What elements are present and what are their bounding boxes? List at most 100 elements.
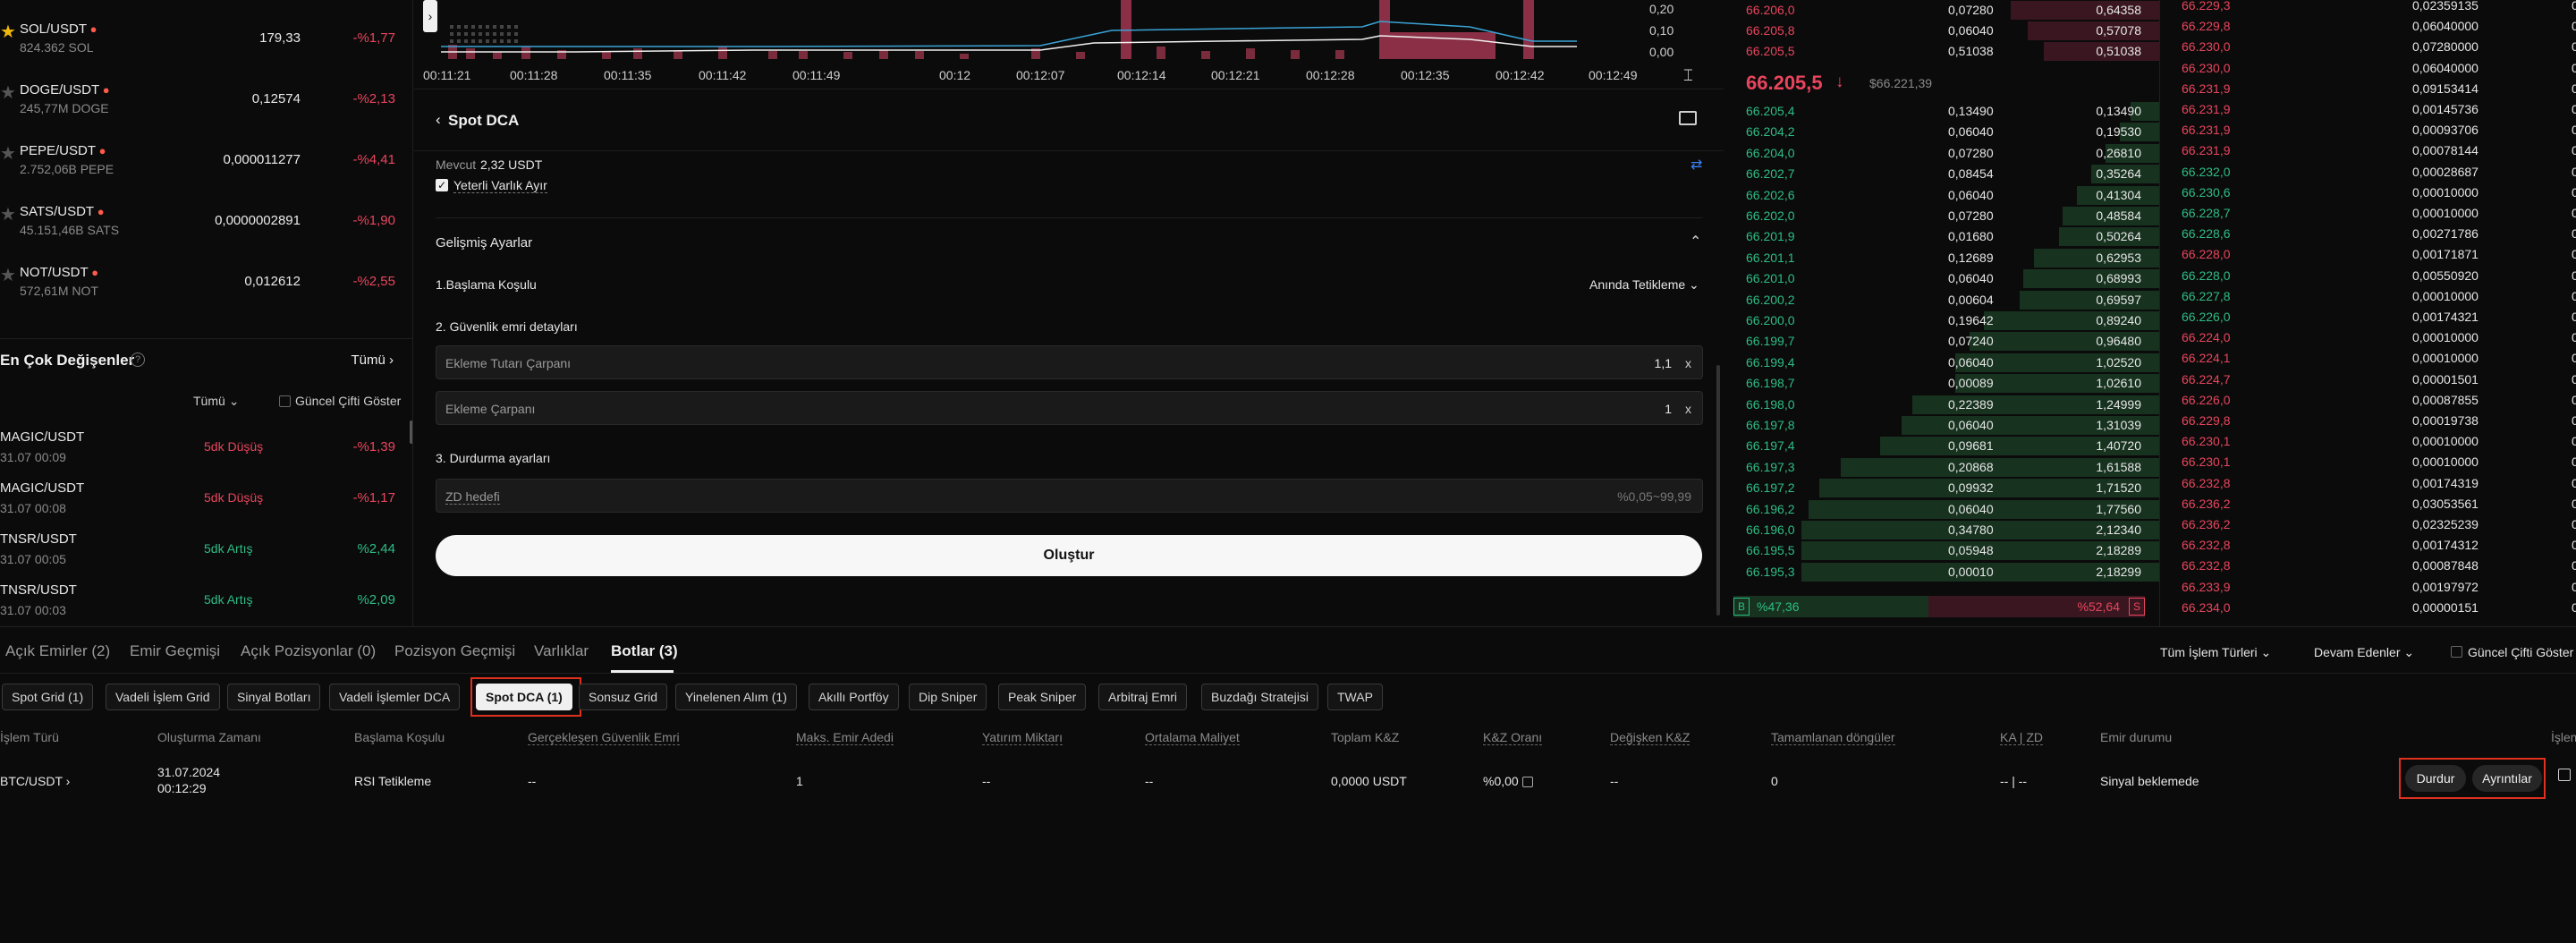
- transfer-icon[interactable]: ⇄: [1690, 156, 1702, 174]
- guide-book-icon[interactable]: [1679, 111, 1697, 125]
- bot-chip[interactable]: Vadeli İşlem Grid: [106, 684, 220, 710]
- bid-row[interactable]: 66.195,3 0,00010 2,18299: [1732, 562, 2159, 582]
- trade-qty: 0,00145736: [2412, 102, 2479, 116]
- top-movers-filter-dropdown[interactable]: Tümü ⌄: [193, 394, 239, 409]
- market-row[interactable]: ★ PEPE/USDT ● 2.752,06B PEPE 0,000011277 -%4…: [0, 122, 412, 183]
- bot-chip[interactable]: TWAP: [1327, 684, 1383, 710]
- copy-icon[interactable]: [2558, 769, 2571, 781]
- current-pair-checkbox[interactable]: [2451, 646, 2462, 658]
- bot-chip[interactable]: Yinelenen Alım (1): [675, 684, 797, 710]
- bid-price: 66.197,8: [1746, 418, 1795, 432]
- advanced-settings-label[interactable]: Gelişmiş Ayarlar: [436, 235, 532, 251]
- bot-chip[interactable]: Sonsuz Grid: [579, 684, 668, 710]
- tab-4[interactable]: Varlıklar: [534, 642, 589, 660]
- bid-row[interactable]: 66.199,4 0,06040 1,02520: [1732, 353, 2159, 373]
- bot-chip[interactable]: Sinyal Botları: [227, 684, 321, 710]
- volume-bar: [1201, 51, 1210, 59]
- trade-qty: 0,02325239: [2412, 517, 2479, 531]
- bid-row[interactable]: 66.202,6 0,06040 0,41304: [1732, 185, 2159, 206]
- movers-scrollbar[interactable]: [410, 421, 412, 444]
- bid-row[interactable]: 66.200,0 0,19642 0,89240: [1732, 310, 2159, 331]
- info-icon[interactable]: ?: [131, 353, 145, 367]
- trade-price: 66.228,7: [2182, 206, 2231, 220]
- trade-time: 00:12:0: [2572, 247, 2576, 262]
- price-chart[interactable]: › 0,20 0,10 0,00 00:11:21 00:11:28 00:11:35 0…: [414, 0, 1724, 89]
- bid-row[interactable]: 66.197,2 0,09932 1,71520: [1732, 478, 2159, 498]
- filter-types-dropdown[interactable]: Tüm İşlem Türleri ⌄: [2160, 645, 2271, 660]
- column-header: Maks. Emir Adedi: [796, 730, 894, 745]
- add-amount-multiplier-field[interactable]: Ekleme Tutarı Çarpanı 1,1 x: [436, 345, 1703, 379]
- share-icon[interactable]: [1521, 777, 1533, 788]
- create-button[interactable]: Oluştur: [436, 535, 1702, 576]
- bid-row[interactable]: 66.196,2 0,06040 1,77560: [1732, 499, 2159, 520]
- current-pair-checkbox[interactable]: [279, 395, 291, 407]
- panel-scrollbar[interactable]: [1716, 365, 1720, 616]
- bot-chip[interactable]: Arbitraj Emri: [1098, 684, 1188, 710]
- star-icon[interactable]: ★: [0, 145, 16, 163]
- bid-row[interactable]: 66.196,0 0,34780 2,12340: [1732, 520, 2159, 540]
- bid-row[interactable]: 66.197,4 0,09681 1,40720: [1732, 436, 2159, 456]
- bid-row[interactable]: 66.198,0 0,22389 1,24999: [1732, 395, 2159, 415]
- mover-row[interactable]: TNSR/USDT 31.07 00:03 5dk Artış %2,09: [0, 575, 412, 625]
- bid-row[interactable]: 66.197,3 0,20868 1,61588: [1732, 457, 2159, 478]
- details-button[interactable]: Ayrıntılar: [2472, 765, 2542, 792]
- bid-row[interactable]: 66.195,5 0,05948 2,18289: [1732, 540, 2159, 561]
- pair-link[interactable]: BTC/USDT ›: [0, 774, 70, 788]
- reserve-checkbox[interactable]: ✓: [436, 179, 448, 191]
- bid-row[interactable]: 66.201,0 0,06040 0,68993: [1732, 268, 2159, 289]
- bid-row[interactable]: 66.205,4 0,13490 0,13490: [1732, 101, 2159, 122]
- tab-0[interactable]: Açık Emirler (2): [5, 642, 110, 660]
- chevron-up-icon[interactable]: ⌃: [1690, 233, 1701, 251]
- crosshair-icon[interactable]: ⌶: [1683, 66, 1693, 85]
- mover-row[interactable]: MAGIC/USDT 31.07 00:09 5dk Düşüş -%1,39: [0, 422, 412, 472]
- bid-row[interactable]: 66.199,7 0,07240 0,96480: [1732, 331, 2159, 352]
- trade-price: 66.234,0: [2182, 599, 2231, 615]
- star-icon[interactable]: ★: [0, 267, 16, 285]
- trade-price: 66.224,7: [2182, 371, 2231, 387]
- bid-row[interactable]: 66.202,7 0,08454 0,35264: [1732, 164, 2159, 184]
- star-icon[interactable]: ★: [0, 23, 16, 41]
- ask-row[interactable]: 66.205,8 0,06040 0,57078: [1732, 21, 2159, 41]
- market-row[interactable]: ★ DOGE/USDT ● 245,77M DOGE 0,12574 -%2,13: [0, 61, 412, 122]
- bid-row[interactable]: 66.197,8 0,06040 1,31039: [1732, 415, 2159, 436]
- bot-chip[interactable]: Spot Grid (1): [2, 684, 94, 710]
- symbol-text: SATS/USDT: [20, 204, 95, 219]
- bid-row[interactable]: 66.200,2 0,00604 0,69597: [1732, 290, 2159, 310]
- star-icon[interactable]: ★: [0, 206, 16, 224]
- mover-row[interactable]: MAGIC/USDT 31.07 00:08 5dk Düşüş -%1,17: [0, 473, 412, 523]
- market-row[interactable]: ★ SATS/USDT ● 45.151,46B SATS 0,0000002891 -…: [0, 183, 412, 243]
- bot-chip[interactable]: Buzdağı Stratejisi: [1201, 684, 1318, 710]
- start-condition-dropdown[interactable]: Anında Tetikleme ⌄: [1589, 277, 1699, 293]
- market-row[interactable]: ★ SOL/USDT ● 824.362 SOL 179,33 -%1,77: [0, 0, 412, 61]
- ask-row[interactable]: 66.205,5 0,51038 0,51038: [1732, 41, 2159, 62]
- top-movers-all-link[interactable]: Tümü ›: [351, 353, 394, 368]
- mover-row[interactable]: TNSR/USDT 31.07 00:05 5dk Artış %2,44: [0, 524, 412, 574]
- bid-row[interactable]: 66.201,9 0,01680 0,50264: [1732, 226, 2159, 247]
- bot-chip[interactable]: Dip Sniper: [909, 684, 987, 710]
- bot-chip[interactable]: Vadeli İşlemler DCA: [329, 684, 461, 710]
- bid-row[interactable]: 66.202,0 0,07280 0,48584: [1732, 206, 2159, 226]
- back-chevron-icon[interactable]: ‹: [436, 111, 441, 129]
- market-row[interactable]: ★ NOT/USDT ● 572,61M NOT 0,012612 -%2,55: [0, 243, 412, 304]
- bot-chip[interactable]: Peak Sniper: [998, 684, 1087, 710]
- star-icon[interactable]: ★: [0, 84, 16, 102]
- bid-row[interactable]: 66.204,0 0,07280 0,26810: [1732, 143, 2159, 164]
- tab-2[interactable]: Açık Pozisyonlar (0): [241, 642, 376, 660]
- bid-qty: 0,06040: [1948, 124, 1994, 140]
- filter-status-dropdown[interactable]: Devam Edenler ⌄: [2314, 645, 2414, 660]
- volume-bar: [960, 54, 969, 59]
- stop-button[interactable]: Durdur: [2405, 765, 2466, 792]
- x-tick: 00:12:42: [1496, 68, 1545, 82]
- tab-5[interactable]: Botlar (3): [611, 642, 678, 660]
- bid-row[interactable]: 66.198,7 0,00089 1,02610: [1732, 373, 2159, 394]
- trade-price: 66.231,9: [2182, 102, 2231, 116]
- take-profit-field[interactable]: ZD hedefi %0,05~99,99: [436, 479, 1703, 513]
- add-multiplier-field[interactable]: Ekleme Çarpanı 1 x: [436, 391, 1703, 425]
- tab-1[interactable]: Emir Geçmişi: [130, 642, 220, 660]
- bid-total: 0,35264: [2096, 166, 2141, 182]
- tab-3[interactable]: Pozisyon Geçmişi: [394, 642, 515, 660]
- ask-row[interactable]: 66.206,0 0,07280 0,64358: [1732, 0, 2159, 21]
- bid-row[interactable]: 66.201,1 0,12689 0,62953: [1732, 248, 2159, 268]
- bid-row[interactable]: 66.204,2 0,06040 0,19530: [1732, 122, 2159, 142]
- bot-chip[interactable]: Akıllı Portföy: [809, 684, 899, 710]
